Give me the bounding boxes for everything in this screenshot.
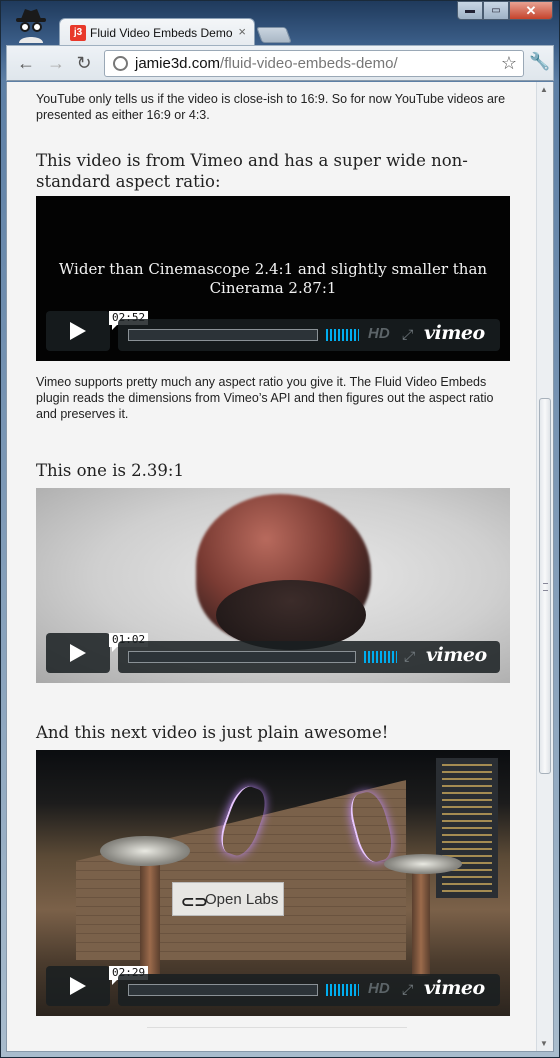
- globe-icon: [113, 56, 128, 71]
- url-path: /fluid-video-embeds-demo/: [220, 55, 398, 72]
- back-arrow-icon[interactable]: ←: [15, 52, 37, 74]
- page-viewport: YouTube only tells us if the video is cl…: [6, 82, 554, 1052]
- play-icon: [70, 322, 86, 340]
- video-control-bar: HD ⤢ vimeo: [118, 319, 500, 351]
- scrollbar-thumb[interactable]: [539, 398, 551, 774]
- tesla-coil-left-post: [140, 854, 160, 974]
- intro-paragraph: YouTube only tells us if the video is cl…: [36, 92, 506, 122]
- tab-title: Fluid Video Embeds Demo: [90, 26, 233, 40]
- background-building: [436, 758, 498, 898]
- maximize-button[interactable]: ▭: [483, 1, 509, 20]
- new-tab-button[interactable]: [256, 27, 292, 43]
- forward-arrow-icon[interactable]: →: [45, 52, 67, 74]
- play-button[interactable]: [46, 633, 110, 673]
- incognito-icon: [16, 9, 46, 43]
- bookmark-star-icon[interactable]: ☆: [501, 53, 517, 74]
- progress-bar[interactable]: [128, 984, 318, 996]
- open-labs-logo-icon: ⊂⊃: [181, 894, 208, 911]
- reload-icon[interactable]: ↻: [73, 52, 95, 74]
- fullscreen-icon[interactable]: ⤢: [404, 648, 415, 665]
- heading-239: This one is 2.39:1: [36, 461, 184, 480]
- tab-active[interactable]: j3 Fluid Video Embeds Demo ×: [59, 18, 255, 45]
- open-labs-sign-text: Open Labs: [205, 891, 279, 908]
- progress-bar[interactable]: [128, 651, 356, 663]
- play-button[interactable]: [46, 966, 110, 1006]
- video-frame-shadow: [216, 580, 366, 650]
- url-host: jamie3d.com: [135, 55, 221, 72]
- close-window-button[interactable]: ✕: [509, 1, 553, 20]
- title-bar: j3 Fluid Video Embeds Demo × ▬ ▭ ✕: [1, 1, 559, 45]
- vimeo-paragraph: Vimeo supports pretty much any aspect ra…: [36, 375, 494, 421]
- play-button[interactable]: [46, 311, 110, 351]
- video-control-bar: HD ⤢ vimeo: [118, 974, 500, 1006]
- vimeo-logo[interactable]: vimeo: [424, 977, 485, 999]
- video-player-239[interactable]: 01:02 ⤢ vimeo: [36, 488, 510, 683]
- url-text[interactable]: jamie3d.com/fluid-video-embeds-demo/: [135, 55, 398, 72]
- tesla-coil-left: [100, 836, 190, 866]
- video-player-awesome[interactable]: ⊂⊃ Open Labs 02:29 HD ⤢ vimeo: [36, 750, 510, 1016]
- fullscreen-icon[interactable]: ⤢: [402, 326, 413, 343]
- volume-icon[interactable]: [326, 329, 359, 341]
- scroll-grip-icon: [543, 583, 548, 591]
- hd-icon[interactable]: HD: [368, 325, 390, 342]
- video-control-bar: ⤢ vimeo: [118, 641, 500, 673]
- open-labs-sign: ⊂⊃ Open Labs: [172, 882, 284, 916]
- vimeo-logo[interactable]: vimeo: [424, 322, 485, 344]
- browser-window: j3 Fluid Video Embeds Demo × ▬ ▭ ✕ ← → ↻…: [0, 0, 560, 1058]
- play-icon: [70, 644, 86, 662]
- vimeo-logo[interactable]: vimeo: [426, 644, 487, 666]
- wrench-icon[interactable]: 🔧: [529, 52, 550, 72]
- address-bar[interactable]: jamie3d.com/fluid-video-embeds-demo/ ☆: [104, 50, 524, 77]
- site-favicon-icon: j3: [70, 25, 86, 41]
- tesla-coil-right: [384, 854, 462, 874]
- progress-bar[interactable]: [128, 329, 318, 341]
- heading-awesome: And this next video is just plain awesom…: [36, 723, 389, 742]
- hd-icon[interactable]: HD: [368, 980, 390, 997]
- scroll-up-arrow-icon[interactable]: ▲: [540, 85, 548, 94]
- heading-vimeo-wide: This video is from Vimeo and has a super…: [36, 151, 468, 191]
- minimize-button[interactable]: ▬: [457, 1, 483, 20]
- volume-icon[interactable]: [326, 984, 359, 996]
- tesla-coil-right-post: [412, 866, 430, 976]
- browser-toolbar: ← → ↻ jamie3d.com/fluid-video-embeds-dem…: [6, 45, 554, 81]
- tab-close-icon[interactable]: ×: [238, 24, 246, 39]
- vertical-scrollbar[interactable]: ▲ ▼: [536, 82, 553, 1051]
- video-player-vimeo-wide[interactable]: Wider than Cinemascope 2.4:1 and slightl…: [36, 196, 510, 361]
- play-icon: [70, 977, 86, 995]
- video-caption: Wider than Cinemascope 2.4:1 and slightl…: [58, 260, 488, 297]
- fullscreen-icon[interactable]: ⤢: [402, 981, 413, 998]
- window-controls: ▬ ▭ ✕: [457, 1, 553, 21]
- scroll-down-arrow-icon[interactable]: ▼: [540, 1039, 548, 1048]
- volume-icon[interactable]: [364, 651, 397, 663]
- content-divider: [147, 1027, 407, 1028]
